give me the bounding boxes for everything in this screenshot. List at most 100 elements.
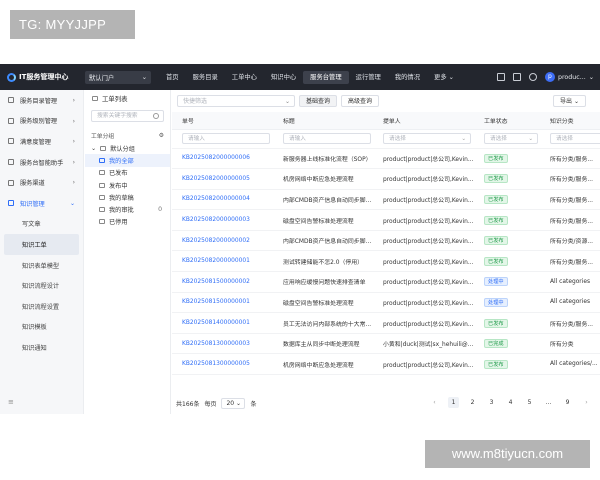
user-menu[interactable]: p produc... ⌄ xyxy=(544,72,594,82)
table-row[interactable]: KB2025081400000001 员工无法访问内部系统的十大常... produ… xyxy=(172,312,600,334)
table-row[interactable]: KB2025081300000003 数据库主从同步中断处理流程 小黄和|duck|… xyxy=(172,333,600,355)
basic-query-button[interactable]: 基础查询 xyxy=(299,95,338,107)
tree-node-approvals[interactable]: 我的审批 0 xyxy=(85,203,170,215)
filter-submitter-select[interactable]: 请选择 ⌄ xyxy=(383,133,471,144)
filter-category-select[interactable]: 请选择⌄ xyxy=(550,133,600,144)
column-header-category[interactable]: 知识分类 xyxy=(540,112,600,130)
sidebar-item-satisfaction[interactable]: 满意度管理 › xyxy=(0,131,83,152)
table-row[interactable]: KB2025081500000001 磁盘空间告警标准处理流程 product|pr… xyxy=(172,292,600,314)
page-number[interactable]: 4 xyxy=(505,397,516,408)
next-page-icon[interactable]: › xyxy=(581,397,592,408)
tree-node-all[interactable]: 我的全部 xyxy=(85,154,170,167)
filter-id-input[interactable]: 请输入 xyxy=(182,133,270,144)
folder-icon xyxy=(100,145,107,151)
page-number[interactable]: 2 xyxy=(467,397,478,408)
search-icon[interactable] xyxy=(153,113,159,119)
table-row[interactable]: KB2025081500000002 应用响应缓慢问题快速排查清单 product|… xyxy=(172,271,600,293)
ticket-id-link[interactable]: KB2025082000000004 xyxy=(182,196,250,202)
sidebar-item-knowledge[interactable]: 知识管理 ⌄ xyxy=(0,193,83,214)
table-row[interactable]: KB2025081300000005 机房网络中断应急处理流程 product|pr… xyxy=(172,353,600,376)
page-number[interactable]: 5 xyxy=(524,397,535,408)
filter-status-select[interactable]: 请选择 ⌄ xyxy=(484,133,538,144)
sidebar-subitem-knowledge-ticket[interactable]: 知识工单 xyxy=(4,234,79,255)
page-size-select[interactable]: 20 ⌄ xyxy=(221,397,246,409)
sidebar-item-sla[interactable]: 服务级别管理 › xyxy=(0,111,83,132)
book-icon xyxy=(8,200,14,207)
nav-knowledge-center[interactable]: 知识中心 xyxy=(264,71,303,84)
tree-panel-title: 工单列表 xyxy=(85,90,170,107)
nav-service-desk[interactable]: 服务台管理 xyxy=(303,70,349,84)
column-header-id[interactable]: 单号 xyxy=(172,112,273,130)
sidebar-subitem-form-model[interactable]: 知识表单模型 xyxy=(0,255,83,276)
folder-icon xyxy=(99,194,105,200)
collapse-sidebar-icon[interactable]: ≡ xyxy=(8,398,14,406)
nav-operations[interactable]: 运行管理 xyxy=(349,71,388,84)
ticket-id-link[interactable]: KB2025081300000005 xyxy=(182,361,250,367)
tree-search-input[interactable]: 搜索关键字搜索 xyxy=(91,110,164,122)
table-row[interactable]: KB2025082000000005 机房网络中断应急处理流程 product|pr… xyxy=(172,168,600,190)
user-name: produc... xyxy=(557,73,586,81)
nav-more[interactable]: 更多 ⌄ xyxy=(427,71,461,84)
page-number[interactable]: ... xyxy=(543,397,554,408)
sidebar-subitem-flow-settings[interactable]: 知识流程设置 xyxy=(0,296,83,317)
tree-node-root[interactable]: ⌄ 默认分组 xyxy=(85,142,170,154)
export-button[interactable]: 导出 ⌄ xyxy=(553,95,586,107)
tree-node-drafts[interactable]: 我的草稿 xyxy=(85,191,170,203)
ticket-submitter: product|product|总公司,Kevin... xyxy=(373,209,474,231)
column-header-status[interactable]: 工单状态 xyxy=(474,112,540,130)
fullscreen-icon[interactable] xyxy=(512,73,521,81)
ticket-title: 应用响应缓慢问题快速排查清单 xyxy=(273,271,373,293)
ticket-id-link[interactable]: KB2025082000000002 xyxy=(182,238,250,244)
tree-node-published[interactable]: 已发布 xyxy=(85,167,170,179)
page-number[interactable]: 1 xyxy=(448,397,459,408)
portal-selector[interactable]: 默认门户 ⌄ xyxy=(85,70,151,84)
quick-filter-select[interactable]: 快捷筛选 ⌄ xyxy=(177,95,295,107)
sidebar-item-service-catalog[interactable]: 服务目录管理 › xyxy=(0,90,83,111)
table-row[interactable]: KB2025082000000003 磁盘空间告警标准处理流程 product|pr… xyxy=(172,209,600,231)
ticket-id-link[interactable]: KB2025081500000002 xyxy=(182,279,250,285)
column-header-submitter[interactable]: 提单人 xyxy=(373,112,474,130)
ticket-id-link[interactable]: KB2025082000000005 xyxy=(182,176,250,182)
advanced-query-button[interactable]: 高级查询 xyxy=(341,95,380,107)
tree-node-disabled[interactable]: 已停用 xyxy=(85,216,170,228)
sidebar-item-assistant[interactable]: 服务台智能助手 › xyxy=(0,152,83,173)
table-row[interactable]: KB2025082000000001 测试转建储能不怎2.0（停用） product… xyxy=(172,250,600,273)
watermark-bottom-right: www.m8tiyucn.com xyxy=(425,440,590,468)
column-header-title[interactable]: 标题 xyxy=(273,112,373,130)
status-badge: 已发布 xyxy=(484,359,508,369)
nav-service-catalog[interactable]: 服务目录 xyxy=(186,71,225,84)
bell-icon[interactable] xyxy=(528,73,537,81)
page-number[interactable]: 9 xyxy=(562,397,573,408)
brand-title: IT服务管理中心 xyxy=(19,73,69,81)
ticket-id-link[interactable]: KB2025081500000001 xyxy=(182,299,250,305)
brand[interactable]: IT服务管理中心 xyxy=(7,72,85,82)
nav-ticket-center[interactable]: 工单中心 xyxy=(225,71,264,84)
sidebar-subitem-flow-design[interactable]: 知识流程设计 xyxy=(0,275,83,296)
nav-home[interactable]: 首页 xyxy=(159,71,186,84)
filter-title-input[interactable]: 请输入 xyxy=(283,133,371,144)
sidebar-item-channels[interactable]: 服务渠道 › xyxy=(0,172,83,193)
sidebar-subitem-write[interactable]: 写文章 xyxy=(0,214,83,235)
ticket-id-link[interactable]: KB2025081300000003 xyxy=(182,341,250,347)
sidebar-subitem-template[interactable]: 知识模板 xyxy=(0,317,83,338)
tree-node-publishing[interactable]: 发布中 xyxy=(85,179,170,191)
ticket-id-link[interactable]: KB2025082000000003 xyxy=(182,217,250,223)
ticket-submitter: product|product|总公司,Kevin... xyxy=(373,168,474,190)
nav-my-status[interactable]: 我的情况 xyxy=(388,71,427,84)
ticket-id-link[interactable]: KB2025081400000001 xyxy=(182,320,250,326)
page-number[interactable]: 3 xyxy=(486,397,497,408)
ticket-category: 所有分类/服务... xyxy=(540,209,600,231)
table-row[interactable]: KB2025082000000002 内部CMDB资产信息自动同步脚... prod… xyxy=(172,230,600,252)
gear-icon[interactable]: ⚙ xyxy=(159,133,164,139)
chevron-down-icon: ⌄ xyxy=(461,136,466,142)
tree-node-label: 发布中 xyxy=(109,182,128,190)
ticket-id-link[interactable]: KB2025082000000006 xyxy=(182,155,250,161)
tree-title-text: 工单列表 xyxy=(102,95,128,103)
table-row[interactable]: KB2025082000000004 内部CMDB资产信息自动同步脚... prod… xyxy=(172,189,600,211)
external-link-icon[interactable] xyxy=(496,73,505,81)
sidebar-subitem-notification[interactable]: 知识通知 xyxy=(0,337,83,358)
ticket-title: 机房网络中断应急处理流程 xyxy=(273,353,373,376)
table-row[interactable]: KB2025082000000006 新服务器上线标准化流程（SOP） produc… xyxy=(172,148,600,170)
ticket-id-link[interactable]: KB2025082000000001 xyxy=(182,258,250,264)
prev-page-icon[interactable]: ‹ xyxy=(429,397,440,408)
